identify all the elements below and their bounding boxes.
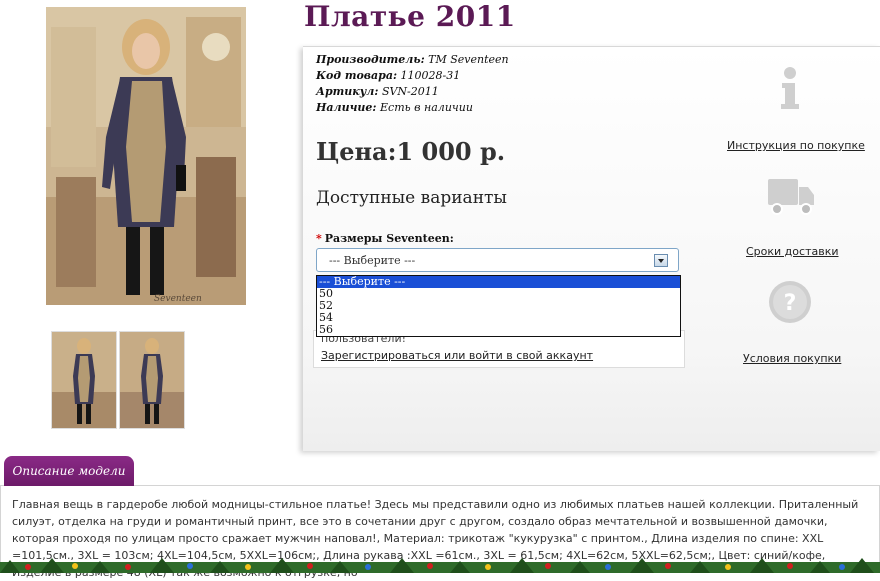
svg-text:?: ? [784,291,797,316]
christmas-garland-decoration [0,556,880,573]
variants-heading: Доступные варианты [316,188,507,208]
size-label-text: Размеры Seventeen: [324,232,454,245]
info-icon[interactable] [777,66,803,114]
size-option[interactable]: 52 [317,300,680,312]
meta-value: Есть в наличии [380,101,473,114]
meta-availability: Наличие: Есть в наличии [316,101,473,114]
instruction-link[interactable]: Инструкция по покупке [727,139,865,152]
product-main-image[interactable]: Seventeen [46,7,246,305]
meta-product-code: Код товара: 110028-31 [316,69,460,82]
meta-label: Наличие: [316,101,377,114]
size-dropdown-list[interactable]: --- Выберите --- 50 52 54 56 [316,275,681,337]
size-option[interactable]: --- Выберите --- [317,276,680,288]
size-option[interactable]: 50 [317,288,680,300]
chevron-down-icon[interactable] [654,254,668,267]
size-select[interactable]: --- Выберите --- [316,248,679,272]
meta-value[interactable]: TM Seventeen [428,53,508,66]
size-option[interactable]: 54 [317,312,680,324]
meta-manufacturer: Производитель: TM Seventeen [316,53,509,66]
meta-label: Производитель: [316,53,425,66]
product-thumbnail[interactable] [51,331,117,429]
product-thumbnail[interactable] [119,331,185,429]
meta-label: Код товара: [316,69,398,82]
meta-article: Артикул: SVN-2011 [316,85,439,98]
size-option[interactable]: 56 [317,324,680,336]
delivery-link[interactable]: Сроки доставки [746,245,839,258]
product-title: Платье 2011 [304,0,516,33]
meta-label: Артикул: [316,85,379,98]
required-mark: * [316,232,322,245]
register-login-link[interactable]: Зарегистрироваться или войти в свой акка… [321,349,593,362]
size-select-value: --- Выберите --- [329,254,416,267]
size-label: * Размеры Seventeen: [316,232,454,245]
photo-watermark: Seventeen [154,294,202,304]
conditions-link[interactable]: Условия покупки [743,352,841,365]
product-price: Цена:1 000 р. [316,137,506,166]
question-icon[interactable]: ? [767,279,813,329]
meta-value: 110028-31 [400,69,461,82]
meta-value: SVN-2011 [381,85,439,98]
tab-description[interactable]: Описание модели [4,456,134,486]
truck-icon[interactable] [766,177,816,221]
